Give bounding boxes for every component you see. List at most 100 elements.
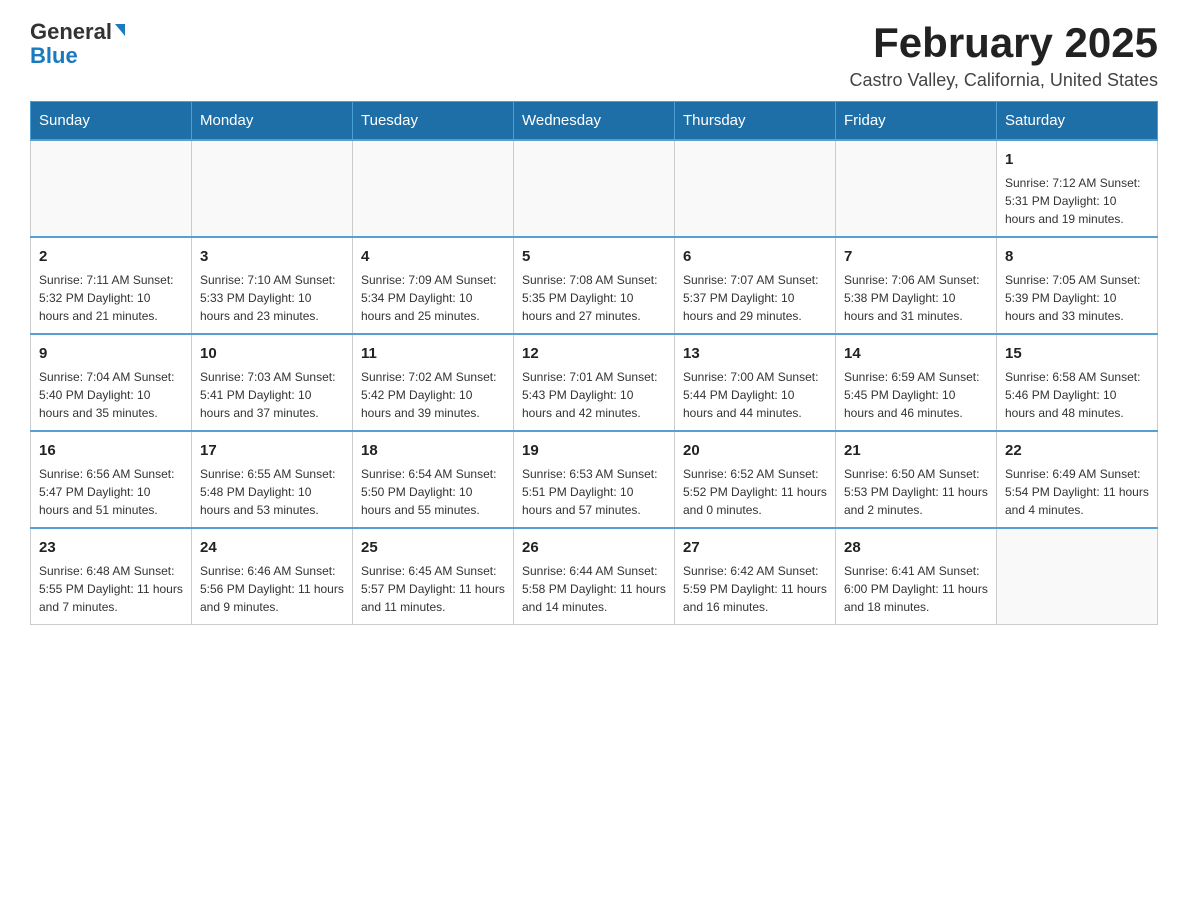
day-number: 22 — [1005, 440, 1149, 461]
day-info: Sunrise: 7:04 AM Sunset: 5:40 PM Dayligh… — [39, 368, 183, 422]
day-number: 25 — [361, 537, 505, 558]
day-number: 17 — [200, 440, 344, 461]
location-subtitle: Castro Valley, California, United States — [850, 70, 1158, 91]
calendar-day-cell: 15 Sunrise: 6:58 AM Sunset: 5:46 PM Dayli… — [997, 334, 1158, 431]
calendar-week-row: 2 Sunrise: 7:11 AM Sunset: 5:32 PM Daylig… — [31, 237, 1158, 334]
calendar-day-cell: 25 Sunrise: 6:45 AM Sunset: 5:57 PM Dayli… — [353, 528, 514, 625]
day-info: Sunrise: 6:46 AM Sunset: 5:56 PM Dayligh… — [200, 562, 344, 616]
calendar-day-cell — [514, 140, 675, 237]
day-number: 14 — [844, 343, 988, 364]
calendar-day-cell: 10Sunrise: 7:03 AM Sunset: 5:41 PM Dayli… — [192, 334, 353, 431]
day-number: 10 — [200, 343, 344, 364]
day-number: 3 — [200, 246, 344, 267]
calendar-day-cell: 17 Sunrise: 6:55 AM Sunset: 5:48 PM Dayli… — [192, 431, 353, 528]
day-info: Sunrise: 6:41 AM Sunset: 6:00 PM Dayligh… — [844, 562, 988, 616]
day-number: 6 — [683, 246, 827, 267]
day-info: Sunrise: 7:06 AM Sunset: 5:38 PM Dayligh… — [844, 271, 988, 325]
month-title: February 2025 — [850, 20, 1158, 66]
calendar-day-cell: 13 Sunrise: 7:00 AM Sunset: 5:44 PM Dayli… — [675, 334, 836, 431]
day-number: 27 — [683, 537, 827, 558]
day-info: Sunrise: 7:11 AM Sunset: 5:32 PM Dayligh… — [39, 271, 183, 325]
calendar-day-header: Tuesday — [353, 102, 514, 141]
day-number: 4 — [361, 246, 505, 267]
day-number: 18 — [361, 440, 505, 461]
calendar-week-row: 9 Sunrise: 7:04 AM Sunset: 5:40 PM Daylig… — [31, 334, 1158, 431]
calendar-week-row: 1 Sunrise: 7:12 AM Sunset: 5:31 PM Daylig… — [31, 140, 1158, 237]
calendar-day-cell: 3 Sunrise: 7:10 AM Sunset: 5:33 PM Daylig… — [192, 237, 353, 334]
calendar-day-cell — [192, 140, 353, 237]
calendar-day-cell: 12 Sunrise: 7:01 AM Sunset: 5:43 PM Dayli… — [514, 334, 675, 431]
calendar-day-cell: 9 Sunrise: 7:04 AM Sunset: 5:40 PM Daylig… — [31, 334, 192, 431]
calendar-day-cell: 20 Sunrise: 6:52 AM Sunset: 5:52 PM Dayli… — [675, 431, 836, 528]
calendar-day-cell: 19 Sunrise: 6:53 AM Sunset: 5:51 PM Dayli… — [514, 431, 675, 528]
title-section: February 2025 Castro Valley, California,… — [850, 20, 1158, 91]
day-number: 1 — [1005, 149, 1149, 170]
calendar-day-cell — [997, 528, 1158, 625]
calendar-day-cell: 23Sunrise: 6:48 AM Sunset: 5:55 PM Dayli… — [31, 528, 192, 625]
day-number: 2 — [39, 246, 183, 267]
logo-blue-text: Blue — [30, 44, 78, 68]
calendar-day-header: Wednesday — [514, 102, 675, 141]
day-number: 26 — [522, 537, 666, 558]
day-number: 19 — [522, 440, 666, 461]
calendar-day-cell: 5 Sunrise: 7:08 AM Sunset: 5:35 PM Daylig… — [514, 237, 675, 334]
calendar-day-cell: 27Sunrise: 6:42 AM Sunset: 5:59 PM Dayli… — [675, 528, 836, 625]
calendar-day-cell — [31, 140, 192, 237]
day-number: 20 — [683, 440, 827, 461]
day-number: 23 — [39, 537, 183, 558]
day-info: Sunrise: 6:44 AM Sunset: 5:58 PM Dayligh… — [522, 562, 666, 616]
calendar-header-row: SundayMondayTuesdayWednesdayThursdayFrid… — [31, 102, 1158, 141]
day-number: 28 — [844, 537, 988, 558]
day-info: Sunrise: 6:56 AM Sunset: 5:47 PM Dayligh… — [39, 465, 183, 519]
day-number: 8 — [1005, 246, 1149, 267]
calendar-day-cell — [353, 140, 514, 237]
calendar-day-cell: 26 Sunrise: 6:44 AM Sunset: 5:58 PM Dayli… — [514, 528, 675, 625]
day-info: Sunrise: 7:01 AM Sunset: 5:43 PM Dayligh… — [522, 368, 666, 422]
day-number: 12 — [522, 343, 666, 364]
day-info: Sunrise: 6:59 AM Sunset: 5:45 PM Dayligh… — [844, 368, 988, 422]
day-info: Sunrise: 7:07 AM Sunset: 5:37 PM Dayligh… — [683, 271, 827, 325]
calendar-day-cell: 1 Sunrise: 7:12 AM Sunset: 5:31 PM Daylig… — [997, 140, 1158, 237]
day-number: 21 — [844, 440, 988, 461]
day-info: Sunrise: 6:50 AM Sunset: 5:53 PM Dayligh… — [844, 465, 988, 519]
calendar-week-row: 23Sunrise: 6:48 AM Sunset: 5:55 PM Dayli… — [31, 528, 1158, 625]
calendar-day-cell: 4 Sunrise: 7:09 AM Sunset: 5:34 PM Daylig… — [353, 237, 514, 334]
calendar-day-cell: 6 Sunrise: 7:07 AM Sunset: 5:37 PM Daylig… — [675, 237, 836, 334]
day-info: Sunrise: 7:10 AM Sunset: 5:33 PM Dayligh… — [200, 271, 344, 325]
calendar-day-cell: 11 Sunrise: 7:02 AM Sunset: 5:42 PM Dayli… — [353, 334, 514, 431]
day-number: 5 — [522, 246, 666, 267]
day-info: Sunrise: 6:53 AM Sunset: 5:51 PM Dayligh… — [522, 465, 666, 519]
day-number: 15 — [1005, 343, 1149, 364]
page-header: General Blue February 2025 Castro Valley… — [30, 20, 1158, 91]
calendar-day-header: Friday — [836, 102, 997, 141]
day-info: Sunrise: 6:55 AM Sunset: 5:48 PM Dayligh… — [200, 465, 344, 519]
day-info: Sunrise: 6:58 AM Sunset: 5:46 PM Dayligh… — [1005, 368, 1149, 422]
calendar-day-cell: 14 Sunrise: 6:59 AM Sunset: 5:45 PM Dayli… — [836, 334, 997, 431]
day-info: Sunrise: 6:45 AM Sunset: 5:57 PM Dayligh… — [361, 562, 505, 616]
day-number: 11 — [361, 343, 505, 364]
calendar-day-header: Thursday — [675, 102, 836, 141]
calendar-week-row: 16 Sunrise: 6:56 AM Sunset: 5:47 PM Dayli… — [31, 431, 1158, 528]
day-info: Sunrise: 6:54 AM Sunset: 5:50 PM Dayligh… — [361, 465, 505, 519]
calendar-day-cell: 8 Sunrise: 7:05 AM Sunset: 5:39 PM Daylig… — [997, 237, 1158, 334]
calendar-day-cell: 7 Sunrise: 7:06 AM Sunset: 5:38 PM Daylig… — [836, 237, 997, 334]
day-number: 13 — [683, 343, 827, 364]
day-info: Sunrise: 7:12 AM Sunset: 5:31 PM Dayligh… — [1005, 174, 1149, 228]
day-number: 9 — [39, 343, 183, 364]
logo-arrow-icon — [115, 24, 125, 36]
day-info: Sunrise: 7:09 AM Sunset: 5:34 PM Dayligh… — [361, 271, 505, 325]
day-info: Sunrise: 7:05 AM Sunset: 5:39 PM Dayligh… — [1005, 271, 1149, 325]
day-info: Sunrise: 7:00 AM Sunset: 5:44 PM Dayligh… — [683, 368, 827, 422]
day-number: 7 — [844, 246, 988, 267]
day-number: 24 — [200, 537, 344, 558]
day-info: Sunrise: 6:52 AM Sunset: 5:52 PM Dayligh… — [683, 465, 827, 519]
day-info: Sunrise: 7:08 AM Sunset: 5:35 PM Dayligh… — [522, 271, 666, 325]
logo: General Blue — [30, 20, 125, 68]
calendar-day-header: Monday — [192, 102, 353, 141]
day-info: Sunrise: 7:02 AM Sunset: 5:42 PM Dayligh… — [361, 368, 505, 422]
calendar-day-header: Saturday — [997, 102, 1158, 141]
calendar-day-cell: 18 Sunrise: 6:54 AM Sunset: 5:50 PM Dayli… — [353, 431, 514, 528]
day-number: 16 — [39, 440, 183, 461]
calendar-day-cell: 21 Sunrise: 6:50 AM Sunset: 5:53 PM Dayli… — [836, 431, 997, 528]
logo-general-text: General — [30, 20, 112, 44]
